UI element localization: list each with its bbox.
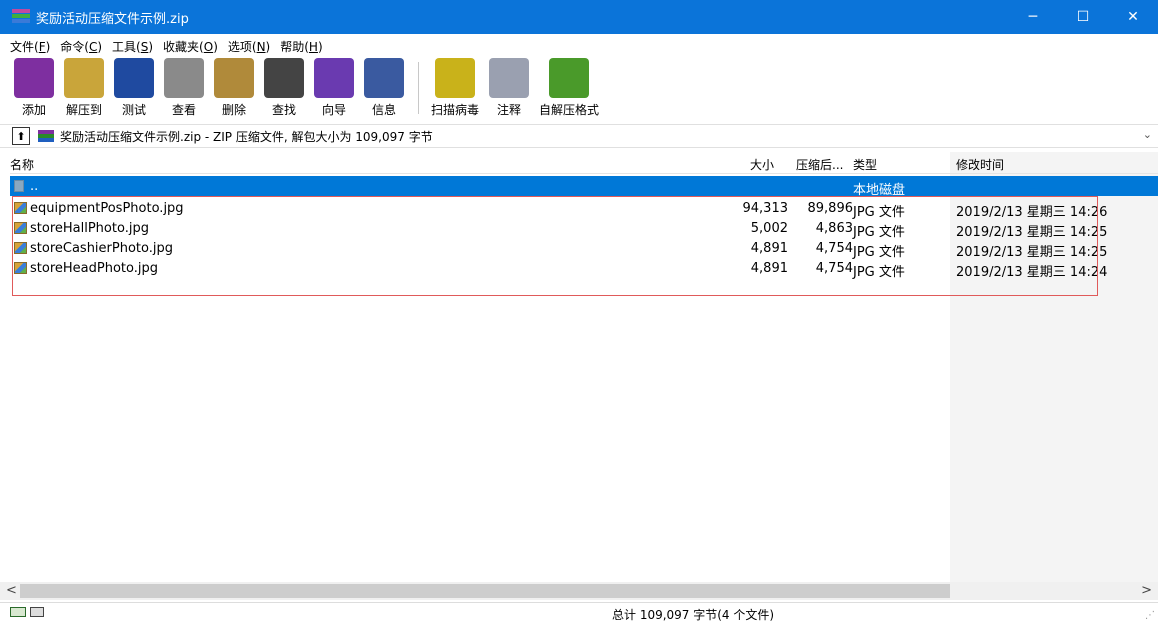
- extract-to-icon: [64, 58, 104, 98]
- window-title: 奖励活动压缩文件示例.zip: [36, 11, 189, 27]
- toolbar-label: 添加: [21, 103, 46, 117]
- toolbar-button-10[interactable]: 自解压格式: [539, 58, 599, 118]
- resize-grip-icon[interactable]: ⋰: [1145, 610, 1155, 621]
- up-folder-button[interactable]: ⬆: [12, 127, 30, 145]
- maximize-button[interactable]: ☐: [1058, 0, 1108, 34]
- drive-icon[interactable]: [10, 607, 26, 617]
- toolbar-button-3[interactable]: 查看: [164, 58, 204, 118]
- toolbar-label: 解压到: [65, 103, 102, 117]
- key-icon[interactable]: [30, 607, 44, 617]
- menu-options[interactable]: 选项(N): [228, 38, 270, 55]
- toolbar-button-4[interactable]: 删除: [214, 58, 254, 118]
- column-header-modified[interactable]: 修改时间: [956, 156, 1004, 173]
- sfx-icon: [549, 58, 590, 98]
- menu-command[interactable]: 命令(C): [60, 38, 102, 55]
- find-icon: [264, 58, 304, 98]
- list-header: 名称 大小 压缩后... 类型 修改时间: [10, 152, 1158, 174]
- toolbar-label: 删除: [221, 103, 246, 117]
- archive-icon: [38, 130, 54, 142]
- toolbar-button-2[interactable]: 测试: [114, 58, 154, 118]
- scan-virus-icon: [435, 58, 475, 98]
- column-header-packed[interactable]: 压缩后...: [796, 156, 843, 173]
- delete-icon: [214, 58, 254, 98]
- toolbar-label: 扫描病毒: [431, 103, 480, 117]
- minimize-button[interactable]: ─: [1008, 0, 1058, 34]
- address-dropdown-icon[interactable]: ⌄: [1143, 128, 1152, 141]
- toolbar-label: 测试: [121, 103, 146, 117]
- test-icon: [114, 58, 154, 98]
- address-bar: ⬆ 奖励活动压缩文件示例.zip - ZIP 压缩文件, 解包大小为 109,0…: [0, 124, 1158, 148]
- toolbar-button-9[interactable]: 注释: [489, 58, 530, 118]
- scroll-right-button[interactable]: >: [1141, 583, 1152, 598]
- toolbar-button-0[interactable]: 添加: [14, 58, 54, 118]
- folder-icon: [14, 180, 24, 192]
- wizard-icon: [314, 58, 354, 98]
- toolbar-label: 注释: [497, 103, 522, 117]
- column-header-type[interactable]: 类型: [853, 156, 877, 173]
- status-bar: 总计 109,097 字节(4 个文件) ⋰: [0, 602, 1158, 623]
- toolbar-label: 向导: [321, 103, 346, 117]
- toolbar-label: 自解压格式: [539, 103, 600, 117]
- winrar-app-icon: [12, 9, 30, 25]
- toolbar: 添加 解压到 测试 查看 删除 查找 向导 信息 扫描病毒 注释 自解压格式: [0, 58, 1158, 120]
- toolbar-separator: [418, 62, 419, 114]
- parent-folder-name: ..: [30, 179, 39, 194]
- toolbar-label: 查看: [171, 103, 196, 117]
- view-icon: [164, 58, 204, 98]
- menu-bar: 文件(F) 命令(C) 工具(S) 收藏夹(O) 选项(N) 帮助(H): [0, 36, 333, 56]
- comment-icon: [489, 58, 530, 98]
- toolbar-button-7[interactable]: 信息: [364, 58, 404, 118]
- toolbar-button-6[interactable]: 向导: [314, 58, 354, 118]
- file-list[interactable]: 名称 大小 压缩后... 类型 修改时间 .. 本地磁盘 equipmentPo…: [10, 152, 1158, 582]
- close-button[interactable]: ✕: [1108, 0, 1158, 34]
- address-path[interactable]: 奖励活动压缩文件示例.zip - ZIP 压缩文件, 解包大小为 109,097…: [60, 128, 433, 145]
- toolbar-button-5[interactable]: 查找: [264, 58, 304, 118]
- add-icon: [14, 58, 54, 98]
- highlight-box: [12, 196, 1098, 296]
- scroll-thumb[interactable]: [20, 584, 950, 598]
- menu-tools[interactable]: 工具(S): [112, 38, 153, 55]
- parent-folder-row[interactable]: .. 本地磁盘: [10, 176, 1158, 198]
- scroll-left-button[interactable]: <: [6, 583, 17, 598]
- menu-file[interactable]: 文件(F): [10, 38, 50, 55]
- horizontal-scrollbar[interactable]: < >: [0, 582, 1158, 600]
- toolbar-button-8[interactable]: 扫描病毒: [431, 58, 479, 118]
- column-header-size[interactable]: 大小: [750, 156, 774, 173]
- status-text: 总计 109,097 字节(4 个文件): [612, 608, 775, 622]
- menu-help[interactable]: 帮助(H): [280, 38, 322, 55]
- toolbar-label: 查找: [271, 103, 296, 117]
- info-icon: [364, 58, 404, 98]
- toolbar-label: 信息: [371, 103, 396, 117]
- toolbar-button-1[interactable]: 解压到: [64, 58, 104, 118]
- column-header-name[interactable]: 名称: [10, 156, 34, 173]
- menu-favorites[interactable]: 收藏夹(O): [163, 38, 218, 55]
- title-bar[interactable]: 奖励活动压缩文件示例.zip ─ ☐ ✕: [0, 0, 1158, 34]
